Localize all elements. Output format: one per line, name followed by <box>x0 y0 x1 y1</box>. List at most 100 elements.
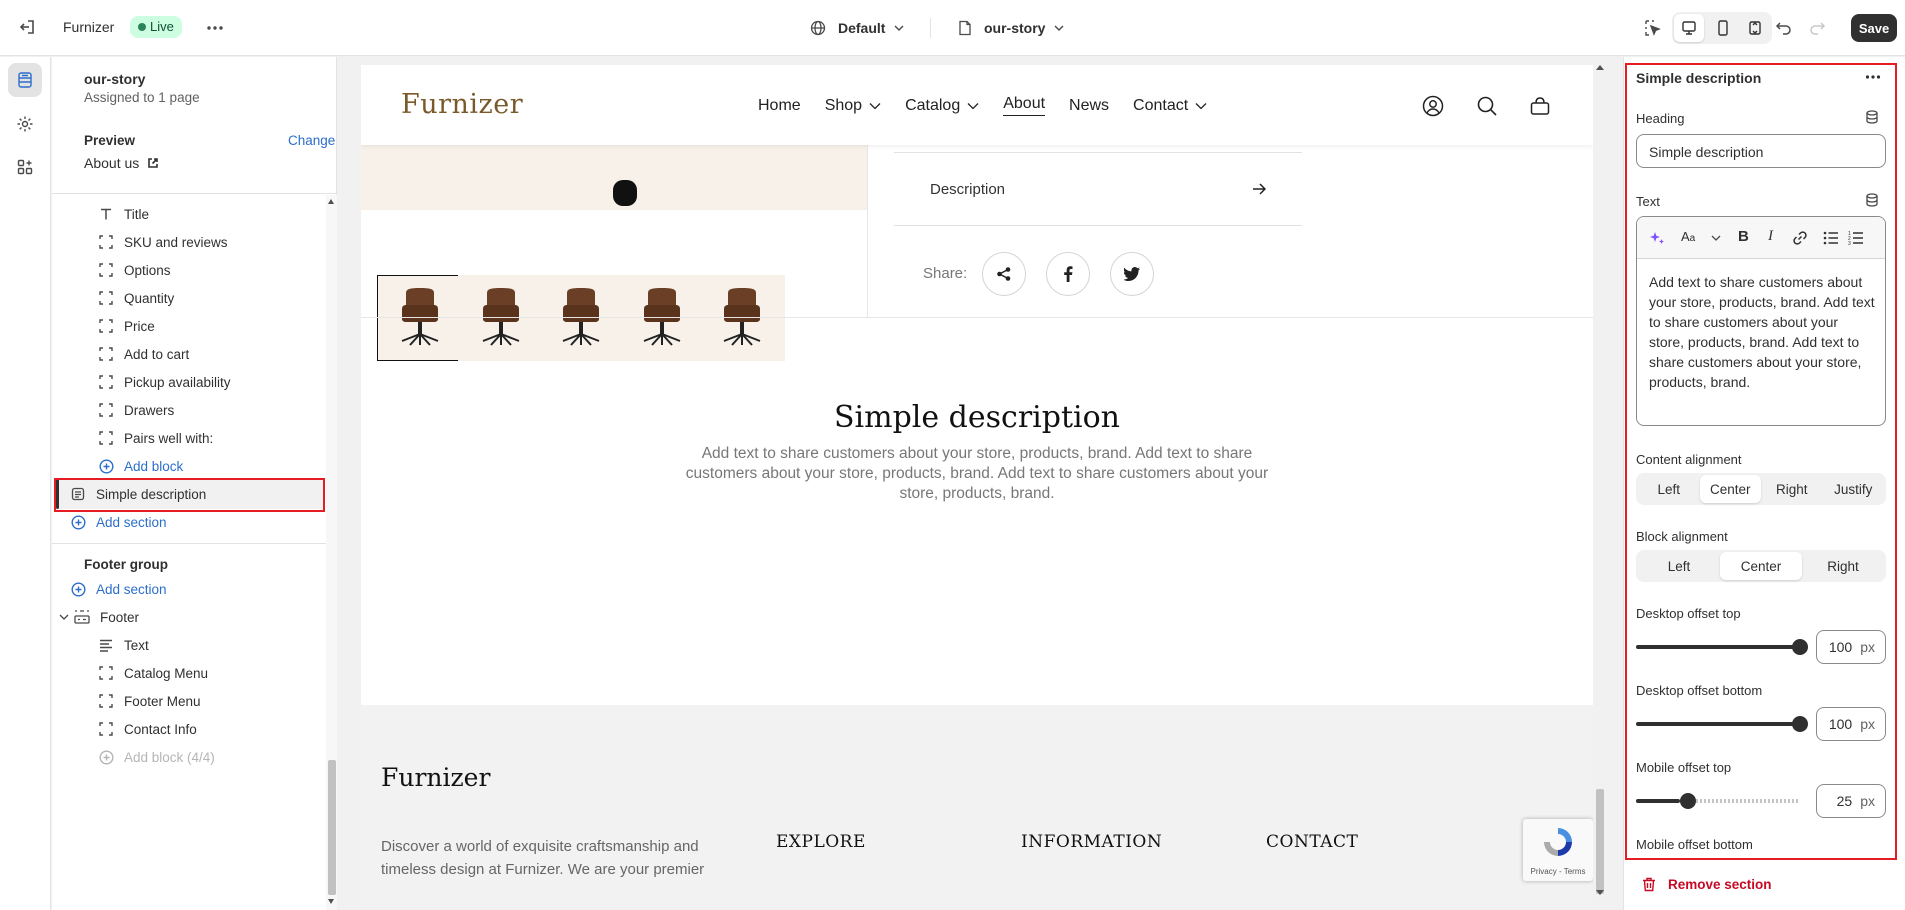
nav-link[interactable]: About <box>1003 95 1046 116</box>
unit-label: px <box>1860 793 1875 809</box>
mobile-offset-top-slider[interactable] <box>1636 799 1680 803</box>
block-item-label: Text <box>124 637 149 653</box>
plus-circle-icon <box>98 749 114 765</box>
block-icon <box>98 374 114 390</box>
link-icon[interactable] <box>1792 230 1808 246</box>
remove-section-button[interactable]: Remove section <box>1642 877 1772 892</box>
arrow-right-icon <box>1253 183 1266 195</box>
nav-link-label: News <box>1069 96 1110 114</box>
theme-select[interactable]: Default <box>810 16 905 40</box>
bold-icon[interactable]: B <box>1738 228 1749 245</box>
alignment-option[interactable]: Right <box>1761 475 1823 503</box>
chevron-down-icon[interactable] <box>56 609 72 625</box>
twitter-icon[interactable] <box>1110 252 1154 296</box>
desktop-offset-bottom-label: Desktop offset bottom <box>1636 683 1763 698</box>
nav-link[interactable]: Catalog <box>905 95 979 116</box>
chevron-down-icon[interactable] <box>1711 234 1721 242</box>
rich-text-editor[interactable]: Aa B I 123 Add text to share customers a… <box>1636 216 1886 426</box>
settings-title: Simple description <box>1636 70 1762 86</box>
desktop-offset-top-slider[interactable] <box>1636 645 1800 649</box>
account-icon[interactable] <box>1422 95 1444 117</box>
mobile-offset-top-input[interactable]: 25 px <box>1816 784 1886 818</box>
sections-panel: our-story Assigned to 1 page Preview Cha… <box>52 57 337 910</box>
block-icon <box>98 234 114 250</box>
alignment-option[interactable]: Left <box>1638 475 1700 503</box>
product-thumbnail[interactable] <box>457 275 544 361</box>
text-size-icon[interactable]: Aa <box>1681 229 1695 244</box>
desktop-offset-bottom-input[interactable]: 100 px <box>1816 707 1886 741</box>
desktop-icon[interactable] <box>1674 14 1704 42</box>
mobile-offset-top-label: Mobile offset top <box>1636 760 1732 775</box>
nav-link[interactable]: Shop <box>825 95 881 116</box>
dynamic-source-icon[interactable] <box>1865 193 1879 207</box>
search-icon[interactable] <box>1476 95 1498 117</box>
exit-icon[interactable] <box>18 18 36 36</box>
dynamic-source-icon[interactable] <box>1865 110 1879 124</box>
heading-input[interactable]: Simple description <box>1636 134 1886 168</box>
device-toggle <box>1672 12 1772 44</box>
save-button-label: Save <box>1858 20 1890 36</box>
alignment-option[interactable]: Justify <box>1823 475 1885 503</box>
mobile-offset-top-handle[interactable] <box>1680 793 1696 809</box>
add-section-label: Add section <box>96 581 167 597</box>
alignment-option[interactable]: Left <box>1638 552 1720 580</box>
mobile-icon[interactable] <box>1708 14 1738 42</box>
more-icon[interactable] <box>206 20 224 36</box>
desktop-offset-top-handle[interactable] <box>1792 639 1808 655</box>
add-section-button[interactable]: Add section <box>70 505 167 539</box>
inspector-icon[interactable] <box>1644 19 1662 37</box>
block-alignment-label: Block alignment <box>1636 529 1728 544</box>
sections-icon[interactable] <box>8 63 42 97</box>
numbered-list-icon[interactable]: 123 <box>1848 230 1864 246</box>
store-logo[interactable]: Furnizer <box>401 89 523 120</box>
settings-more-icon[interactable] <box>1865 73 1881 81</box>
page-icon <box>959 20 971 36</box>
bullet-list-icon[interactable] <box>1823 231 1839 245</box>
fullscreen-icon[interactable] <box>1740 14 1770 42</box>
scrollbar[interactable] <box>326 195 337 910</box>
desktop-offset-bottom-slider[interactable] <box>1636 722 1800 726</box>
description-accordion[interactable]: Description <box>894 153 1302 226</box>
facebook-icon[interactable] <box>1046 252 1090 296</box>
scrollbar-thumb[interactable] <box>1596 789 1604 894</box>
share-label: Share: <box>923 265 968 282</box>
desktop-offset-top-input[interactable]: 100 px <box>1816 630 1886 664</box>
block-item-label: Contact Info <box>124 721 197 737</box>
cart-icon[interactable] <box>1529 95 1551 117</box>
settings-gear-icon[interactable] <box>8 107 42 141</box>
desktop-offset-bottom-handle[interactable] <box>1792 716 1808 732</box>
description-label: Description <box>930 180 1006 198</box>
recaptcha-text[interactable]: Privacy - Terms <box>1523 867 1593 876</box>
chair-image <box>482 288 519 346</box>
magic-icon[interactable] <box>1649 230 1665 246</box>
redo-icon[interactable] <box>1808 19 1826 37</box>
product-thumbnail[interactable] <box>699 275 785 361</box>
block-icon <box>98 665 114 681</box>
italic-icon[interactable]: I <box>1768 228 1773 245</box>
product-thumbnail[interactable] <box>618 275 705 361</box>
product-thumbnail[interactable] <box>538 275 624 361</box>
divider <box>52 193 337 194</box>
product-thumbnail[interactable] <box>377 275 463 361</box>
share-icon[interactable] <box>982 252 1026 296</box>
alignment-option[interactable]: Right <box>1802 552 1884 580</box>
block-icon <box>98 721 114 737</box>
text-icon <box>98 206 114 222</box>
nav-link[interactable]: News <box>1069 95 1109 116</box>
undo-icon[interactable] <box>1775 19 1793 37</box>
block-item-label: Footer Menu <box>124 693 201 709</box>
save-button[interactable]: Save <box>1851 14 1897 42</box>
change-link[interactable]: Change <box>288 133 335 148</box>
apps-icon[interactable] <box>8 150 42 184</box>
nav-link[interactable]: Contact <box>1133 95 1207 116</box>
scrollbar-thumb[interactable] <box>328 760 336 895</box>
block-item-label: SKU and reviews <box>124 234 228 250</box>
preview-scrollbar[interactable] <box>1593 57 1607 910</box>
footer-about-text: Discover a world of exquisite craftsmans… <box>381 838 705 878</box>
preview-page[interactable]: About us <box>84 155 159 171</box>
mobile-offset-bottom-label: Mobile offset bottom <box>1636 837 1753 852</box>
nav-link[interactable]: Home <box>758 95 801 116</box>
alignment-option[interactable]: Center <box>1699 475 1761 503</box>
page-select[interactable]: our-story <box>958 16 1065 40</box>
alignment-option[interactable]: Center <box>1720 552 1802 580</box>
